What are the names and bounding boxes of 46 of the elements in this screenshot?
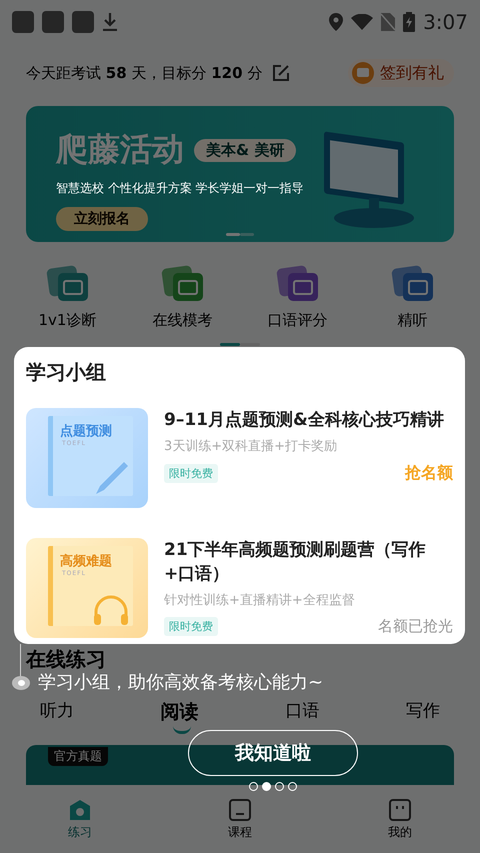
gift-icon [352, 62, 374, 84]
course-title: 9–11月点题预测&全科核心技巧精讲 [164, 409, 445, 432]
notification-icon [72, 11, 94, 33]
home-icon [68, 798, 92, 822]
check-in-button[interactable]: 签到有礼 [348, 59, 454, 87]
got-it-button[interactable]: 我知道啦 [188, 730, 358, 776]
notification-icon [42, 11, 64, 33]
subject-tab[interactable]: 听力 [40, 699, 74, 732]
notification-icon [12, 11, 34, 33]
free-tag: 限时免费 [164, 617, 218, 636]
edit-icon[interactable] [272, 64, 290, 82]
battery-icon [403, 12, 416, 32]
pencil-icon [94, 460, 130, 496]
subject-tab[interactable]: 口语 [285, 699, 320, 732]
banner-title: 爬藤活动 [56, 129, 184, 170]
cover-title: 点题预测 [60, 423, 112, 440]
banner-tag: 美本& 美研 [194, 138, 296, 162]
course-title: 21下半年高频题预测刷题营（写作+口语） [164, 539, 427, 586]
shortcut-button[interactable]: 1v1诊断 [18, 264, 118, 331]
subject-tab[interactable]: 写作 [406, 699, 440, 732]
monitor-icon [160, 265, 204, 303]
shortcut-button[interactable]: 精听 [362, 264, 462, 331]
cover-title: 高频难题 [60, 552, 112, 570]
promo-banner[interactable]: 爬藤活动 美本& 美研 智慧选校 个性化提升方案 学长学姐一对一指导 立刻报名 [26, 106, 454, 242]
shortcut-button[interactable]: 口语评分 [248, 264, 348, 331]
course-description: 针对性训练+直播精讲+全程监督 [164, 592, 356, 609]
face-icon [388, 798, 412, 822]
course-description: 3天训练+双科直播+打卡奖励 [164, 438, 338, 455]
card-title: 学习小组 [26, 359, 107, 386]
enroll-button[interactable]: 名额已抢光 [378, 617, 453, 636]
clock-time: 3:07 [423, 10, 468, 34]
location-icon [329, 13, 344, 31]
shortcut-button[interactable]: 在线模考 [132, 264, 232, 331]
no-sim-icon [381, 13, 396, 31]
headphones-icon [92, 594, 130, 626]
sign-up-button[interactable]: 立刻报名 [56, 207, 148, 231]
card-tag: 官方真题 [48, 747, 108, 766]
pointer-dot-icon [12, 676, 30, 690]
download-icon [102, 13, 118, 31]
banner-subtitle: 智慧选校 个性化提升方案 学长学姐一对一指导 [56, 180, 305, 197]
free-tag: 限时免费 [164, 464, 218, 483]
section-title: 在线练习 [26, 646, 106, 673]
guide-text: 学习小组，助你高效备考核心能力~ [38, 671, 324, 694]
exam-countdown-text: 今天距考试 58 天，目标分 120 分 [26, 64, 262, 82]
leader-line [20, 644, 21, 678]
wifi-icon [351, 14, 374, 30]
